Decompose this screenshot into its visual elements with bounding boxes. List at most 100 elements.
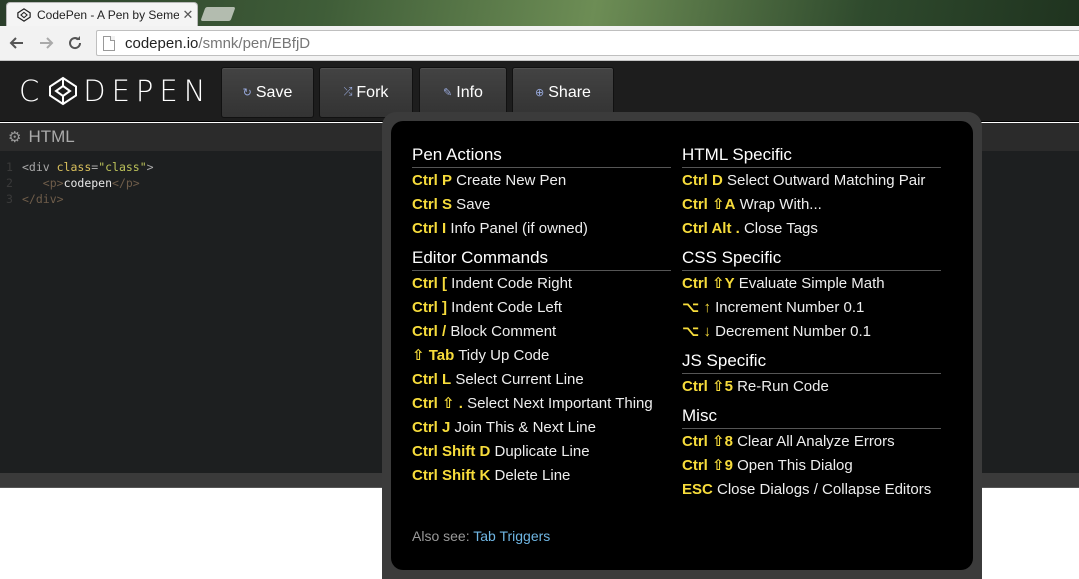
shortcut-key: Ctrl D (682, 172, 723, 189)
shortcut-description: Create New Pen (452, 172, 567, 189)
section-title: CSS Specific (682, 248, 941, 271)
save-button[interactable]: ↻ Save (221, 67, 314, 118)
shortcut-description: Decrement Number 0.1 (710, 323, 872, 340)
code-area[interactable]: 1 <div class="class"> 2 <p>codepen</p> 3 <… (0, 159, 154, 207)
also-see: Also see: Tab Triggers (412, 528, 550, 544)
info-label: Info (456, 83, 483, 101)
shortcut-description: Clear All Analyze Errors (732, 433, 895, 450)
shortcut-row: Ctrl ⇧5 Re-Run Code (682, 378, 941, 396)
logo-text-right: DEPEN (83, 74, 212, 108)
shortcut-key: Ctrl ⇧ . (412, 395, 463, 412)
shortcut-key: Ctrl L (412, 371, 452, 388)
reload-icon[interactable] (64, 32, 86, 54)
shortcut-row: Ctrl L Select Current Line (412, 371, 671, 389)
shortcut-description: Tidy Up Code (454, 347, 550, 364)
shortcut-row: Ctrl I Info Panel (if owned) (412, 220, 671, 238)
globe-icon: ⊕ (535, 87, 545, 99)
codepen-logo-icon (49, 76, 78, 106)
shortcut-key: Ctrl ⇧5 (682, 378, 733, 395)
codepen-logo[interactable]: C DEPEN (19, 74, 212, 108)
shortcut-key: Ctrl ⇧Y (682, 275, 735, 292)
section-title: JS Specific (682, 351, 941, 374)
shortcut-key: Ctrl P (412, 172, 453, 189)
tab-close-icon[interactable]: ✕ (179, 7, 197, 23)
shortcut-key: ⌥ ↓ (682, 323, 711, 340)
keyboard-shortcuts-dialog: Pen Actions Ctrl P Create New Pen Ctrl S S… (382, 112, 982, 579)
code-line: 2 <p>codepen</p> (0, 175, 154, 191)
shortcut-row: Ctrl [ Indent Code Right (412, 275, 671, 293)
shortcut-description: Evaluate Simple Math (734, 275, 885, 292)
shortcut-row: Ctrl ⇧A Wrap With... (682, 196, 941, 214)
back-arrow-icon[interactable] (6, 32, 28, 54)
shortcut-description: Duplicate Line (490, 443, 590, 460)
shortcut-row: Ctrl Alt . Close Tags (682, 220, 941, 238)
shortcut-key: Ctrl Shift K (412, 467, 491, 484)
shortcut-description: Join This & Next Line (450, 419, 596, 436)
line-number: 1 (6, 160, 13, 174)
line-number: 3 (6, 192, 13, 206)
address-bar[interactable]: codepen.io/smnk/pen/EBfjD (96, 30, 1079, 56)
url-path: /smnk/pen/EBfjD (198, 34, 311, 52)
tab-triggers-link[interactable]: Tab Triggers (473, 528, 550, 544)
shortcut-key: Ctrl J (412, 419, 451, 436)
line-number: 2 (6, 176, 13, 190)
forward-arrow-icon[interactable] (35, 32, 57, 54)
fork-button[interactable]: ⤮ Fork (319, 67, 413, 118)
shortcut-key: Ctrl Shift D (412, 443, 491, 460)
shortcut-key: Ctrl ⇧A (682, 196, 736, 213)
shortcut-description: Block Comment (446, 323, 557, 340)
shortcut-row: ⇧ Tab Tidy Up Code (412, 347, 671, 365)
new-tab-button[interactable] (200, 7, 236, 21)
shortcuts-right-column: HTML Specific Ctrl D Select Outward Match… (682, 145, 941, 509)
refresh-icon: ↻ (242, 87, 252, 99)
shortcut-description: Increment Number 0.1 (710, 299, 865, 316)
shortcut-description: Indent Code Left (447, 299, 563, 316)
edit-icon: ✎ (443, 87, 453, 99)
shortcut-description: Select Current Line (451, 371, 584, 388)
shortcut-key: Ctrl / (412, 323, 447, 340)
also-see-label: Also see: (412, 528, 470, 544)
url-host: codepen.io (125, 34, 199, 52)
browser-toolbar: codepen.io/smnk/pen/EBfjD (0, 26, 1079, 61)
shortcut-description: Info Panel (if owned) (446, 220, 588, 237)
shortcut-row: Ctrl J Join This & Next Line (412, 419, 671, 437)
code-line: 3 </div> (0, 191, 154, 207)
shortcut-key: Ctrl ] (412, 299, 447, 316)
shortcut-description: Close Tags (739, 220, 818, 237)
section-title: Pen Actions (412, 145, 671, 168)
shortcut-description: Open This Dialog (732, 457, 853, 474)
shortcut-key: Ctrl S (412, 196, 453, 213)
shortcut-section: Misc Ctrl ⇧8 Clear All Analyze Errors Ctrl… (682, 406, 941, 499)
fork-label: Fork (356, 83, 389, 101)
shortcut-key: Ctrl [ (412, 275, 447, 292)
page-icon (103, 35, 115, 51)
shortcut-description: Delete Line (490, 467, 571, 484)
browser-tab[interactable]: CodePen - A Pen by Seme ✕ (6, 2, 198, 26)
shortcut-section: CSS Specific Ctrl ⇧Y Evaluate Simple Math… (682, 248, 941, 341)
shortcut-key: ESC (682, 481, 713, 498)
shortcut-row: ESC Close Dialogs / Collapse Editors (682, 481, 941, 499)
info-button[interactable]: ✎ Info (419, 67, 507, 118)
share-button[interactable]: ⊕ Share (512, 67, 614, 118)
shortcut-section: Editor Commands Ctrl [ Indent Code Right C… (412, 248, 671, 485)
browser-tabstrip: CodePen - A Pen by Seme ✕ (0, 0, 1079, 26)
shortcut-key: ⇧ Tab (412, 347, 455, 364)
section-title: HTML Specific (682, 145, 941, 168)
shortcut-row: Ctrl P Create New Pen (412, 172, 671, 190)
tab-title: CodePen - A Pen by Seme (37, 7, 179, 22)
shortcut-section: Pen Actions Ctrl P Create New Pen Ctrl S S… (412, 145, 671, 238)
shortcut-row: Ctrl Shift K Delete Line (412, 467, 671, 485)
shortcut-description: Wrap With... (735, 196, 822, 213)
section-title: Editor Commands (412, 248, 671, 271)
shortcut-description: Select Next Important Thing (462, 395, 653, 412)
gear-icon[interactable]: ⚙ (8, 128, 21, 146)
shortcut-key: Ctrl ⇧9 (682, 457, 733, 474)
shortcut-row: ⌥ ↓ Decrement Number 0.1 (682, 323, 941, 341)
editor-title: ⚙ HTML (8, 127, 75, 147)
shortcut-description: Indent Code Right (447, 275, 573, 292)
shortcut-row: Ctrl / Block Comment (412, 323, 671, 341)
shortcut-key: Ctrl ⇧8 (682, 433, 733, 450)
codepen-favicon-icon (17, 7, 31, 22)
shortcut-row: ⌥ ↑ Increment Number 0.1 (682, 299, 941, 317)
shortcut-row: Ctrl S Save (412, 196, 671, 214)
